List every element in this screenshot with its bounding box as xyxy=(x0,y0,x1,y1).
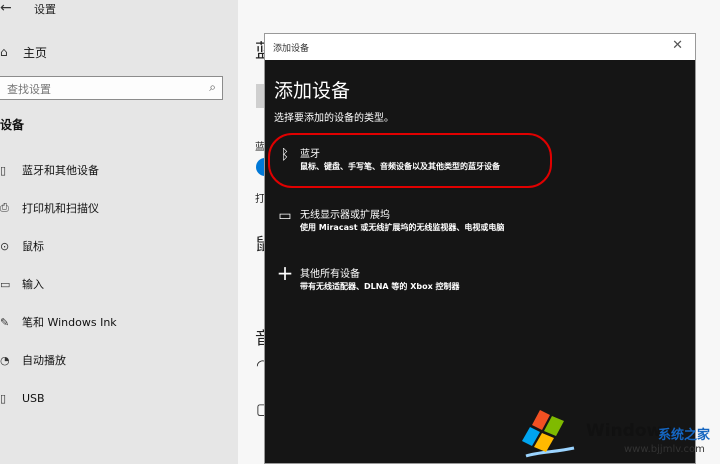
search-icon[interactable]: ⌕ xyxy=(209,80,216,95)
dialog-titlebar-text: 添加设备 xyxy=(273,44,310,54)
sidebar-item-label: 蓝牙和其他设备 xyxy=(22,164,99,177)
close-icon[interactable]: ✕ xyxy=(672,38,683,53)
mouse-icon: ⊙ xyxy=(0,239,10,253)
pen-icon: ✎ xyxy=(0,315,10,329)
home-icon: ⌂ xyxy=(0,45,8,59)
option-title: 无线显示器或扩展坞 xyxy=(300,210,390,221)
option-everything-else[interactable]: + 其他所有设备 带有无线适配器、DLNA 等的 Xbox 控制器 xyxy=(271,261,685,311)
option-description: 鼠标、键盘、手写笔、音频设备以及其他类型的蓝牙设备 xyxy=(300,162,500,171)
sidebar-item-label: USB xyxy=(22,391,45,405)
option-bluetooth[interactable]: ᛒ 蓝牙 鼠标、键盘、手写笔、音频设备以及其他类型的蓝牙设备 xyxy=(271,145,685,191)
search-input[interactable] xyxy=(0,77,209,101)
sidebar-item-autoplay[interactable]: ◔ 自动播放 xyxy=(0,350,66,370)
option-description: 带有无线适配器、DLNA 等的 Xbox 控制器 xyxy=(300,282,460,291)
watermark-cn: 系统之家 xyxy=(658,428,711,443)
sidebar-item-usb[interactable]: ▯ USB xyxy=(0,388,45,408)
option-title: 蓝牙 xyxy=(300,149,320,160)
option-description: 使用 Miracast 或无线扩展坞的无线监视器、电视或电脑 xyxy=(300,223,505,232)
home-label: 主页 xyxy=(23,45,48,60)
sidebar-item-label: 自动播放 xyxy=(22,354,66,367)
dialog-subtitle: 选择要添加的设备的类型。 xyxy=(274,113,394,124)
sidebar-item-label: 打印机和扫描仪 xyxy=(22,202,99,215)
sidebar-item-label: 笔和 Windows Ink xyxy=(22,316,117,329)
windows-logo-icon xyxy=(522,410,575,458)
sidebar-item-bluetooth[interactable]: ▯ 蓝牙和其他设备 xyxy=(0,160,99,180)
printer-icon: ⎙ xyxy=(0,201,9,214)
sidebar-item-home[interactable]: ⌂ 主页 xyxy=(0,42,47,62)
sidebar-item-typing[interactable]: ▭ 输入 xyxy=(0,274,44,294)
back-arrow-icon[interactable]: ← xyxy=(0,0,12,16)
dialog-titlebar: 添加设备 ✕ xyxy=(265,34,695,60)
sidebar-item-label: 鼠标 xyxy=(22,240,44,253)
settings-sidebar: ← 设置 ⌂ 主页 ⌕ 设备 ▯ 蓝牙和其他设备 ⎙ 打印机和扫描仪 ⊙ 鼠标 … xyxy=(0,0,238,464)
usb-icon: ▯ xyxy=(0,391,7,405)
watermark: Windows 系统之家 www.bjjmlv.com xyxy=(518,402,720,464)
section-heading: 设备 xyxy=(0,118,25,132)
sidebar-item-pen[interactable]: ✎ 笔和 Windows Ink xyxy=(0,312,117,332)
plus-icon: + xyxy=(276,261,294,285)
bluetooth-icon: ᛒ xyxy=(280,147,290,163)
watermark-url: www.bjjmlv.com xyxy=(624,444,705,455)
bluetooth-icon: ▯ xyxy=(0,163,7,177)
option-title: 其他所有设备 xyxy=(300,269,360,280)
search-box[interactable]: ⌕ xyxy=(0,76,223,101)
keyboard-icon: ▭ xyxy=(0,277,11,291)
sidebar-item-label: 输入 xyxy=(22,278,44,291)
sidebar-item-mouse[interactable]: ⊙ 鼠标 xyxy=(0,236,44,256)
option-wireless-display[interactable]: ▭ 无线显示器或扩展坞 使用 Miracast 或无线扩展坞的无线监视器、电视或… xyxy=(271,206,685,252)
sidebar-item-printers[interactable]: ⎙ 打印机和扫描仪 xyxy=(0,198,99,218)
window-title: 设置 xyxy=(34,3,56,16)
add-device-dialog: 添加设备 ✕ 添加设备 选择要添加的设备的类型。 ᛒ 蓝牙 鼠标、键盘、手写笔、… xyxy=(264,33,696,464)
dialog-heading: 添加设备 xyxy=(274,80,351,102)
autoplay-icon: ◔ xyxy=(0,353,10,367)
monitor-icon: ▭ xyxy=(278,208,292,224)
